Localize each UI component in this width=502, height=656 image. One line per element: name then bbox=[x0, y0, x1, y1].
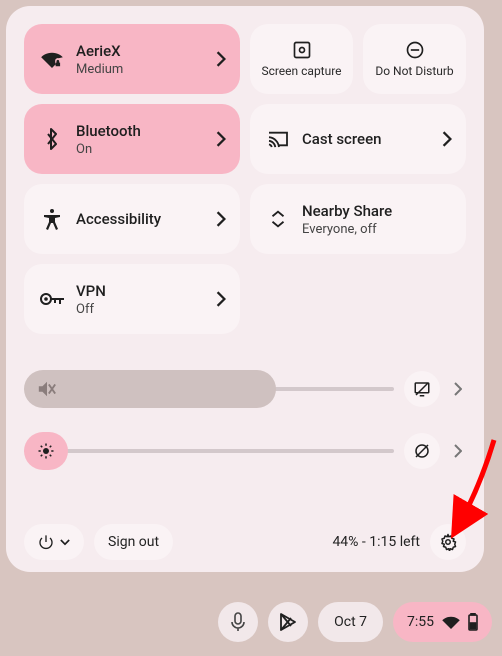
cast-title: Cast screen bbox=[302, 130, 442, 148]
settings-button[interactable] bbox=[430, 524, 466, 560]
shelf: Oct 7 7:55 bbox=[218, 602, 492, 642]
chevron-right-icon bbox=[442, 131, 452, 147]
volume-mute-icon bbox=[36, 379, 58, 399]
shelf-date-button[interactable]: Oct 7 bbox=[318, 602, 383, 642]
vpn-title: VPN bbox=[76, 282, 216, 300]
nearby-share-icon bbox=[264, 208, 292, 230]
wifi-title: AerieX bbox=[76, 42, 216, 60]
vpn-subtitle: Off bbox=[76, 302, 216, 317]
chevron-right-icon bbox=[216, 131, 226, 147]
chevron-right-icon bbox=[216, 211, 226, 227]
night-light-off-icon bbox=[413, 442, 431, 460]
bluetooth-icon bbox=[38, 128, 66, 150]
power-menu-button[interactable] bbox=[24, 524, 84, 560]
power-icon bbox=[38, 534, 54, 550]
audio-output-button[interactable] bbox=[404, 371, 440, 407]
shelf-date-text: Oct 7 bbox=[334, 614, 367, 630]
accessibility-title: Accessibility bbox=[76, 210, 216, 228]
wifi-subtitle: Medium bbox=[76, 62, 216, 77]
microphone-icon bbox=[231, 612, 245, 632]
bluetooth-tile[interactable]: Bluetooth On bbox=[24, 104, 240, 174]
battery-status-text: 44% - 1:15 left bbox=[332, 534, 420, 550]
battery-icon bbox=[468, 613, 478, 631]
brightness-slider[interactable] bbox=[24, 432, 394, 470]
volume-slider[interactable] bbox=[24, 370, 394, 408]
sign-out-button[interactable]: Sign out bbox=[94, 524, 173, 560]
wifi-locked-icon bbox=[38, 50, 66, 68]
bluetooth-subtitle: On bbox=[76, 142, 216, 157]
accessibility-tile[interactable]: Accessibility bbox=[24, 184, 240, 254]
volume-expand-chevron[interactable] bbox=[450, 382, 466, 396]
screen-capture-tile[interactable]: Screen capture bbox=[250, 24, 353, 94]
audio-output-icon bbox=[413, 380, 431, 398]
wifi-tile[interactable]: AerieX Medium bbox=[24, 24, 240, 94]
nearby-share-subtitle: Everyone, off bbox=[302, 222, 452, 237]
chevron-down-icon bbox=[60, 539, 70, 546]
vpn-tile[interactable]: VPN Off bbox=[24, 264, 240, 334]
vpn-key-icon bbox=[38, 292, 66, 306]
dnd-label: Do Not Disturb bbox=[375, 64, 453, 78]
nearby-share-tile[interactable]: Nearby Share Everyone, off bbox=[250, 184, 466, 254]
sign-out-label: Sign out bbox=[108, 534, 159, 550]
screen-capture-label: Screen capture bbox=[261, 64, 341, 78]
chevron-right-icon bbox=[216, 291, 226, 307]
shelf-status-tray[interactable]: 7:55 bbox=[393, 602, 492, 642]
cast-tile[interactable]: Cast screen bbox=[250, 104, 466, 174]
screen-capture-icon bbox=[292, 40, 312, 60]
shelf-time-text: 7:55 bbox=[407, 614, 434, 630]
brightness-expand-chevron[interactable] bbox=[450, 444, 466, 458]
accessibility-icon bbox=[38, 208, 66, 230]
dnd-tile[interactable]: Do Not Disturb bbox=[363, 24, 466, 94]
dnd-icon bbox=[405, 40, 425, 60]
voice-input-button[interactable] bbox=[218, 602, 258, 642]
play-store-button[interactable] bbox=[268, 602, 308, 642]
gear-icon bbox=[439, 533, 457, 551]
brightness-icon bbox=[37, 442, 55, 460]
cast-icon bbox=[264, 130, 292, 148]
night-light-button[interactable] bbox=[404, 433, 440, 469]
chevron-right-icon bbox=[216, 51, 226, 67]
wifi-icon bbox=[442, 615, 460, 629]
nearby-share-title: Nearby Share bbox=[302, 202, 452, 220]
bluetooth-title: Bluetooth bbox=[76, 122, 216, 140]
quick-settings-panel: AerieX Medium Screen capture Do Not Dist… bbox=[6, 6, 484, 572]
play-store-icon bbox=[279, 612, 297, 632]
